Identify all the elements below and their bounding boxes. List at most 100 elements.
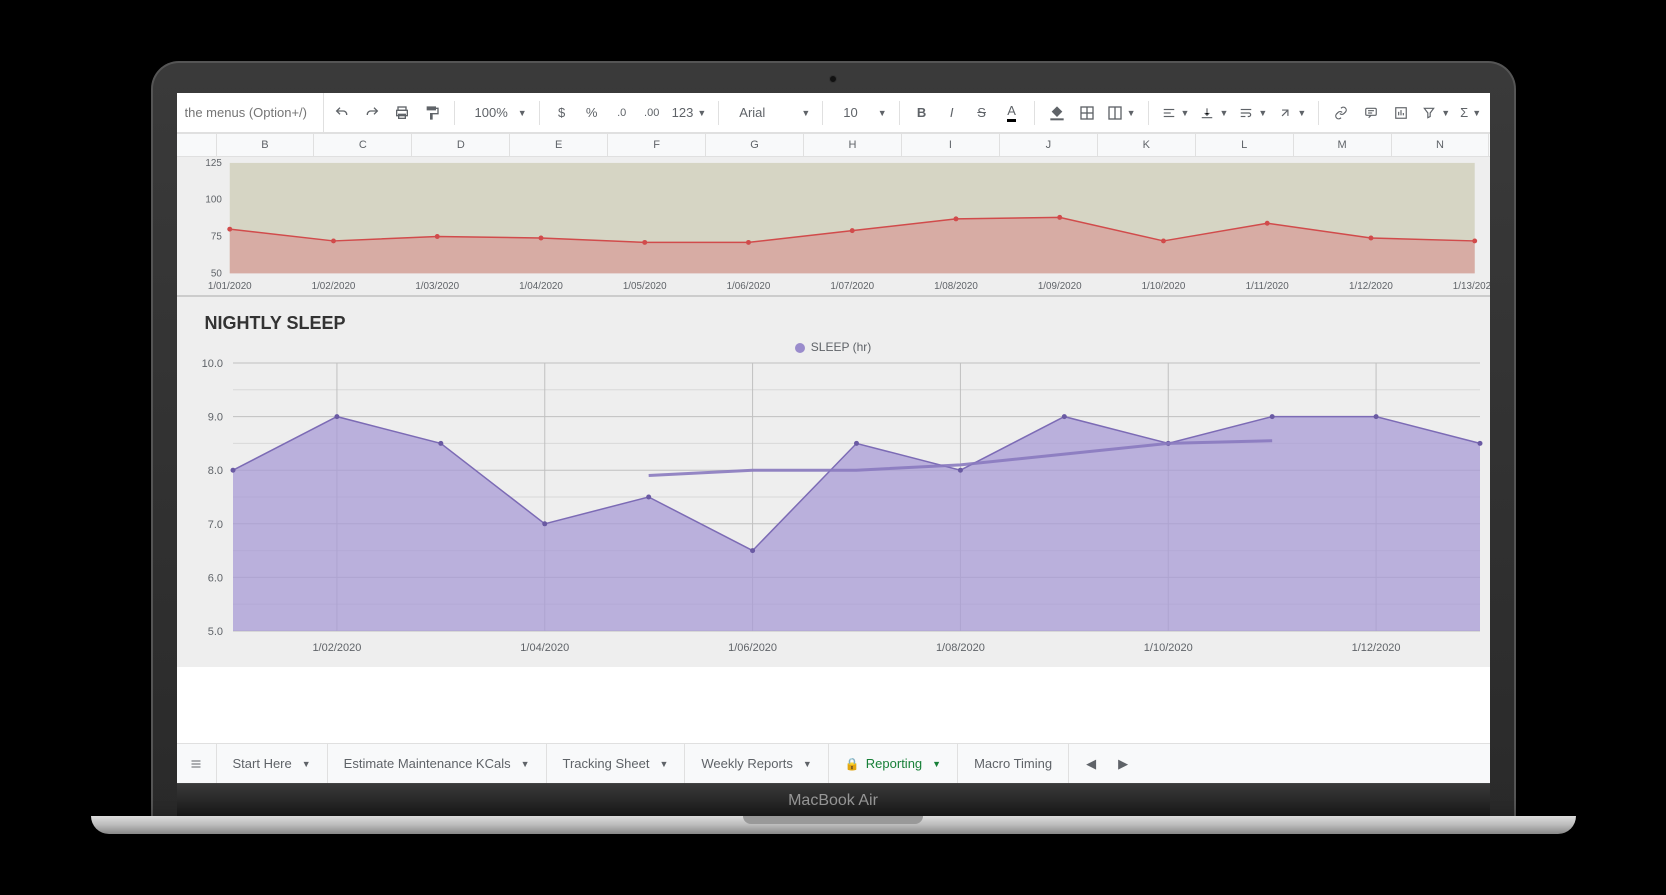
insert-link-button[interactable]: [1331, 101, 1351, 125]
col-header[interactable]: I: [902, 134, 1000, 156]
laptop-base: [91, 816, 1576, 834]
svg-text:6.0: 6.0: [207, 572, 222, 584]
percent-button[interactable]: %: [582, 101, 602, 125]
svg-text:1/12/2020: 1/12/2020: [1351, 642, 1400, 654]
col-header[interactable]: H: [804, 134, 902, 156]
legend-dot-icon: [795, 343, 805, 353]
col-header[interactable]: J: [1000, 134, 1098, 156]
functions-dropdown[interactable]: Σ▼: [1460, 101, 1481, 125]
svg-text:1/04/2020: 1/04/2020: [520, 642, 569, 654]
corner-cell[interactable]: [177, 134, 217, 156]
camera-icon: [829, 75, 837, 83]
svg-text:1/04/2020: 1/04/2020: [519, 281, 563, 292]
col-header[interactable]: M: [1294, 134, 1392, 156]
print-button[interactable]: [392, 101, 412, 125]
horizontal-align-dropdown[interactable]: ▼: [1161, 101, 1190, 125]
laptop-label: MacBook Air: [177, 783, 1490, 816]
sheet-tab-label: Reporting: [866, 756, 922, 771]
zoom-dropdown[interactable]: 100%▼: [467, 101, 527, 125]
sheet-tab-estimate-kcals[interactable]: Estimate Maintenance KCals▼: [328, 744, 547, 783]
sheet-tab-tracking[interactable]: Tracking Sheet▼: [547, 744, 686, 783]
col-header[interactable]: F: [608, 134, 706, 156]
col-header[interactable]: E: [510, 134, 608, 156]
svg-text:1/03/2020: 1/03/2020: [415, 281, 459, 292]
bold-button[interactable]: B: [912, 101, 932, 125]
svg-text:100: 100: [205, 195, 222, 206]
svg-text:1/09/2020: 1/09/2020: [1037, 281, 1081, 292]
svg-text:1/01/2020: 1/01/2020: [207, 281, 251, 292]
text-rotation-dropdown[interactable]: ▼: [1277, 101, 1306, 125]
svg-text:1/10/2020: 1/10/2020: [1141, 281, 1185, 292]
menu-search-input[interactable]: [185, 105, 315, 120]
filter-dropdown[interactable]: ▼: [1421, 101, 1450, 125]
col-header[interactable]: G: [706, 134, 804, 156]
svg-text:1/10/2020: 1/10/2020: [1143, 642, 1192, 654]
sheet-tab-reporting[interactable]: 🔒Reporting▼: [829, 744, 958, 783]
font-dropdown[interactable]: Arial▼: [731, 101, 810, 125]
svg-text:1/07/2020: 1/07/2020: [830, 281, 874, 292]
italic-button[interactable]: I: [942, 101, 962, 125]
increase-decimal-button[interactable]: .00: [642, 101, 662, 125]
svg-text:5.0: 5.0: [207, 626, 222, 638]
text-color-button[interactable]: A: [1002, 101, 1022, 125]
screen: 100%▼ $ % .0 .00 123▼ Arial▼ 10▼: [177, 93, 1490, 783]
text-wrap-dropdown[interactable]: ▼: [1238, 101, 1267, 125]
lock-icon: 🔒: [845, 757, 860, 771]
col-header[interactable]: L: [1196, 134, 1294, 156]
col-header[interactable]: D: [412, 134, 510, 156]
redo-button[interactable]: [362, 101, 382, 125]
column-headers: B C D E F G H I J K L M N: [177, 133, 1490, 157]
merge-cells-dropdown[interactable]: ▼: [1107, 101, 1136, 125]
more-formats-dropdown[interactable]: 123▼: [672, 101, 707, 125]
top-chart-svg: 125 100 75 50 1/01/2020 1/02/2020 1/03/2020 1/0…: [177, 157, 1490, 295]
currency-button[interactable]: $: [552, 101, 572, 125]
col-header[interactable]: K: [1098, 134, 1196, 156]
svg-text:1/13/2020: 1/13/2020: [1452, 281, 1489, 292]
font-size-dropdown[interactable]: 10▼: [835, 101, 886, 125]
col-header[interactable]: C: [314, 134, 412, 156]
undo-button[interactable]: [332, 101, 352, 125]
svg-text:1/06/2020: 1/06/2020: [726, 281, 770, 292]
vertical-align-dropdown[interactable]: ▼: [1199, 101, 1228, 125]
svg-text:50: 50: [210, 268, 221, 279]
sheet-tab-weekly-reports[interactable]: Weekly Reports▼: [685, 744, 828, 783]
sheet-tab-start-here[interactable]: Start Here▼: [217, 744, 328, 783]
svg-text:8.0: 8.0: [207, 465, 222, 477]
strikethrough-button[interactable]: S: [972, 101, 992, 125]
fill-color-button[interactable]: [1047, 101, 1067, 125]
svg-text:1/02/2020: 1/02/2020: [312, 642, 361, 654]
col-header[interactable]: B: [217, 134, 315, 156]
sleep-chart[interactable]: NIGHTLY SLEEP SLEEP (hr) 10.09.08.07.06.…: [177, 297, 1490, 667]
decrease-decimal-button[interactable]: .0: [612, 101, 632, 125]
laptop-notch: [743, 816, 923, 824]
sheet-tabs: Start Here▼ Estimate Maintenance KCals▼ …: [177, 743, 1490, 783]
svg-text:9.0: 9.0: [207, 412, 222, 424]
svg-text:75: 75: [210, 231, 221, 242]
legend-label: SLEEP (hr): [811, 340, 871, 354]
svg-text:1/05/2020: 1/05/2020: [622, 281, 666, 292]
sleep-chart-svg: 10.09.08.07.06.05.01/02/20201/04/20201/0…: [177, 359, 1490, 659]
all-sheets-button[interactable]: [177, 744, 217, 783]
borders-button[interactable]: [1077, 101, 1097, 125]
svg-text:1/11/2020: 1/11/2020: [1245, 281, 1289, 292]
svg-text:7.0: 7.0: [207, 519, 222, 531]
tab-nav: ◀ ▶: [1069, 752, 1145, 776]
menu-search[interactable]: [177, 93, 324, 132]
svg-text:10.0: 10.0: [201, 359, 222, 370]
svg-text:125: 125: [205, 158, 222, 169]
insert-comment-button[interactable]: [1361, 101, 1381, 125]
sheet-tab-label: Tracking Sheet: [563, 756, 650, 771]
top-chart[interactable]: 125 100 75 50 1/01/2020 1/02/2020 1/03/2020 1/0…: [177, 157, 1490, 297]
svg-text:1/12/2020: 1/12/2020: [1349, 281, 1393, 292]
sleep-chart-legend: SLEEP (hr): [177, 334, 1490, 358]
sheet-tab-macro-timing[interactable]: Macro Timing: [958, 744, 1069, 783]
toolbar: 100%▼ $ % .0 .00 123▼ Arial▼ 10▼: [177, 93, 1490, 133]
svg-text:1/02/2020: 1/02/2020: [311, 281, 355, 292]
insert-chart-button[interactable]: [1391, 101, 1411, 125]
col-header[interactable]: N: [1392, 134, 1490, 156]
tab-next-button[interactable]: ▶: [1113, 752, 1133, 776]
paint-format-button[interactable]: [422, 101, 442, 125]
sheet-tab-label: Weekly Reports: [701, 756, 793, 771]
tab-prev-button[interactable]: ◀: [1081, 752, 1101, 776]
sheet-tab-label: Start Here: [233, 756, 292, 771]
